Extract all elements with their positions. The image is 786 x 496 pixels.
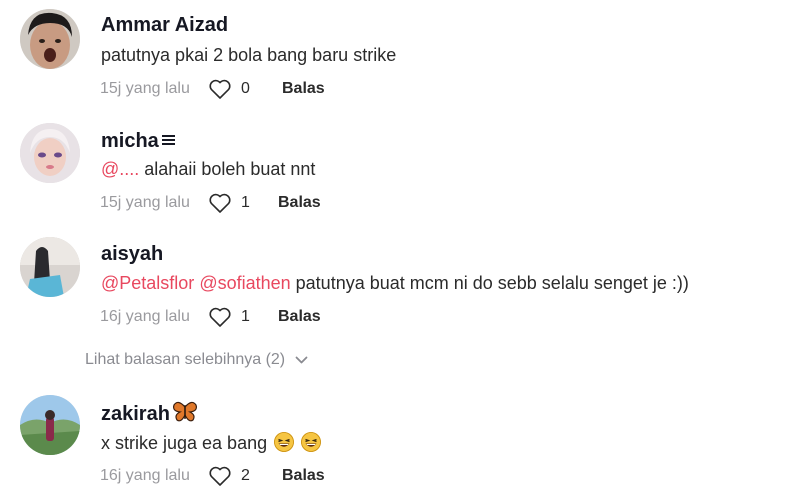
avatar[interactable] [20, 395, 80, 455]
like-button[interactable]: 0 [208, 78, 271, 100]
comment-text: @Petalsflor @sofiathen patutnya buat mcm… [101, 273, 689, 294]
like-button[interactable]: 2 [208, 465, 271, 487]
like-count: 1 [241, 194, 250, 211]
like-button[interactable]: 1 [208, 192, 271, 214]
comment-time: 16j yang lalu [100, 308, 190, 325]
comment-username[interactable]: aisyah [101, 243, 163, 266]
avatar[interactable] [20, 123, 80, 183]
avatar[interactable] [20, 9, 80, 69]
avatar-photo-icon [20, 395, 80, 455]
avatar-photo-icon [20, 123, 80, 183]
comment-body: patutnya buat mcm ni do sebb selalu seng… [290, 273, 689, 293]
mention-link[interactable]: @sofiathen [199, 273, 290, 293]
comment-time: 15j yang lalu [100, 80, 190, 97]
mention-link[interactable]: @.... [101, 159, 139, 179]
comment-time: 15j yang lalu [100, 194, 190, 211]
reply-button[interactable]: Balas [282, 467, 325, 485]
username-text: micha [101, 130, 159, 152]
menu-lines-icon [161, 129, 175, 152]
laughing-emoji-icon [301, 432, 322, 452]
comment-username[interactable]: zakirah [101, 401, 198, 429]
comment-meta: 15j yang lalu 1 Balas [100, 190, 321, 216]
comment-body: alahaii boleh buat nnt [139, 159, 316, 179]
like-button[interactable]: 1 [208, 306, 271, 328]
username-text: zakirah [101, 403, 170, 425]
like-count: 2 [241, 467, 250, 484]
like-count: 1 [241, 308, 250, 325]
comment-time: 16j yang lalu [100, 467, 190, 484]
chevron-down-icon [295, 356, 308, 363]
laughing-emoji-icon [274, 432, 295, 452]
comment-text: @.... alahaii boleh buat nnt [101, 159, 315, 180]
comment-username[interactable]: micha [101, 129, 175, 153]
butterfly-icon [172, 401, 198, 429]
avatar-photo-icon [20, 237, 80, 297]
heart-icon [209, 79, 231, 99]
like-count: 0 [241, 80, 250, 97]
heart-icon [209, 466, 231, 486]
comment-meta: 15j yang lalu 0 Balas [100, 76, 325, 102]
reply-button[interactable]: Balas [278, 308, 321, 326]
heart-icon [209, 307, 231, 327]
avatar-photo-icon [20, 9, 80, 69]
comment-text: patutnya pkai 2 bola bang baru strike [101, 45, 397, 65]
reply-button[interactable]: Balas [282, 80, 325, 98]
mention-link[interactable]: @Petalsflor [101, 273, 194, 293]
view-more-replies-button[interactable]: Lihat balasan selebihnya (2) [85, 351, 308, 369]
comment-meta: 16j yang lalu 1 Balas [100, 304, 321, 330]
comment-body: x strike juga ea bang [101, 433, 268, 453]
comment-text: x strike juga ea bang [101, 432, 322, 454]
avatar[interactable] [20, 237, 80, 297]
comment-meta: 16j yang lalu 2 Balas [100, 463, 325, 489]
heart-icon [209, 193, 231, 213]
comment-username[interactable]: Ammar Aizad [101, 14, 228, 37]
reply-button[interactable]: Balas [278, 194, 321, 212]
view-more-replies-label: Lihat balasan selebihnya (2) [85, 351, 286, 368]
